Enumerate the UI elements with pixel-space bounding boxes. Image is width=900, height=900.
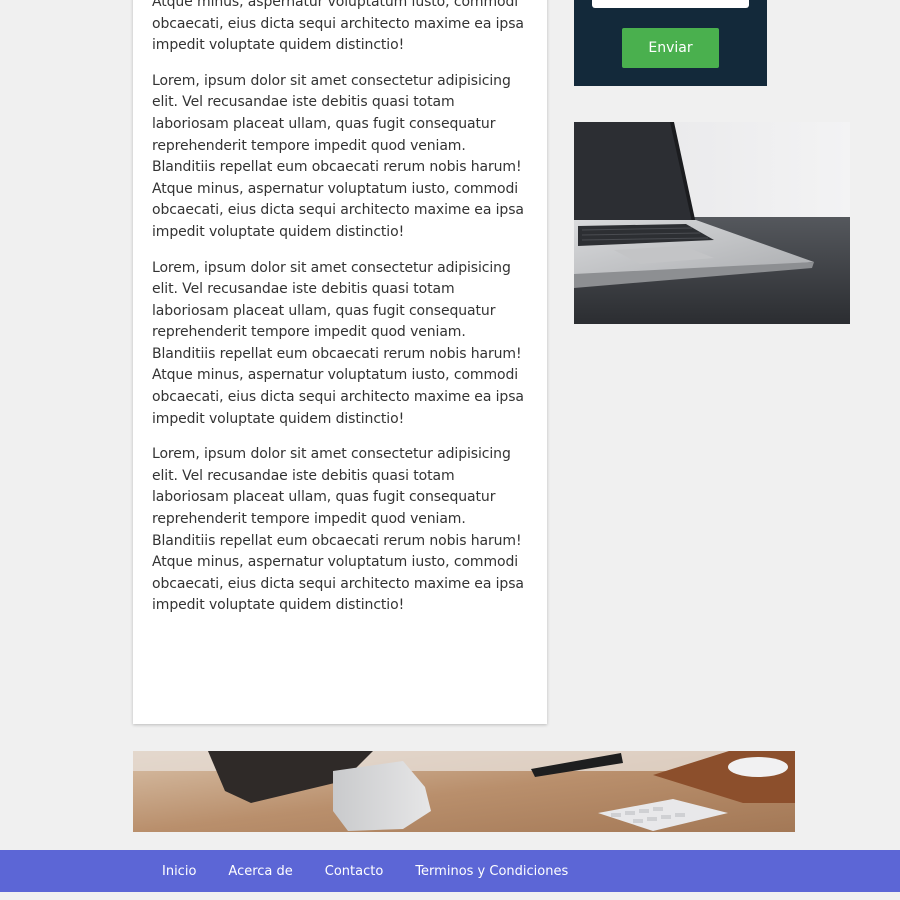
article-paragraph: Lorem, ipsum dolor sit amet consectetur …	[152, 72, 524, 240]
article-paragraph: Lorem, ipsum dolor sit amet consectetur …	[152, 0, 524, 54]
send-button[interactable]: Enviar	[622, 28, 719, 68]
article-paragraph: Lorem, ipsum dolor sit amet consectetur …	[152, 446, 524, 614]
form-input-field[interactable]	[592, 0, 749, 8]
laptop-illustration	[574, 122, 850, 324]
article-paragraph: Lorem, ipsum dolor sit amet consectetur …	[152, 259, 524, 427]
footer-nav: Inicio Acerca de Contacto Terminos y Con…	[0, 850, 900, 892]
nav-link-acerca-de[interactable]: Acerca de	[228, 864, 292, 879]
article-body: Lorem, ipsum dolor sit amet consectetur …	[152, 0, 524, 631]
nav-link-terminos[interactable]: Terminos y Condiciones	[415, 864, 568, 879]
nav-link-inicio[interactable]: Inicio	[162, 864, 196, 879]
nav-link-contacto[interactable]: Contacto	[325, 864, 384, 879]
desk-banner-image	[133, 751, 795, 832]
contact-form-panel: Enviar	[574, 0, 767, 86]
footer-nav-links: Inicio Acerca de Contacto Terminos y Con…	[162, 850, 600, 892]
desk-illustration	[133, 751, 795, 832]
laptop-image	[574, 122, 850, 324]
